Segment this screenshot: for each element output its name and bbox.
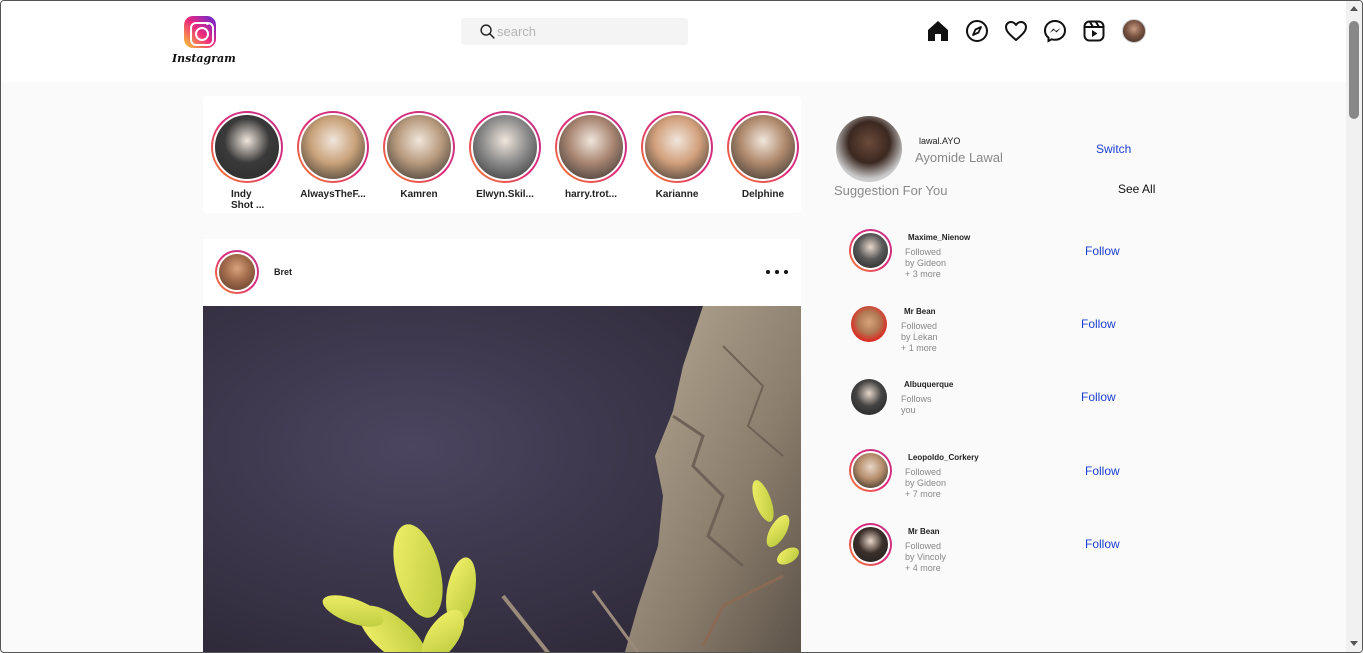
story-username: Elwyn.Skil... xyxy=(476,189,534,200)
story-username: Delphine xyxy=(741,189,785,200)
story-item[interactable]: harry.trot... xyxy=(554,111,628,200)
search-bar[interactable] xyxy=(461,18,688,45)
follow-button[interactable]: Follow xyxy=(1085,244,1120,258)
current-full-name: Ayomide Lawal xyxy=(915,150,1003,165)
story-item[interactable]: Delphine xyxy=(726,111,800,200)
logo-wordmark: Instagram xyxy=(172,52,236,65)
instagram-logo-icon xyxy=(184,16,216,48)
story-username: AlwaysTheF... xyxy=(300,189,366,200)
suggestion-avatar[interactable] xyxy=(851,379,887,415)
avatar xyxy=(1122,19,1146,43)
suggestion-username[interactable]: Mr Bean xyxy=(904,307,936,316)
switch-account-button[interactable]: Switch xyxy=(1096,142,1131,156)
post-photo-plant xyxy=(203,306,801,652)
story-item[interactable]: Indy Shot ... xyxy=(210,111,284,211)
story-avatar xyxy=(383,111,455,183)
story-avatar xyxy=(211,111,283,183)
search-icon xyxy=(480,24,495,39)
story-avatar xyxy=(727,111,799,183)
nav-icons xyxy=(925,18,1146,44)
story-username: Kamren xyxy=(400,189,438,200)
more-horizontal-icon[interactable] xyxy=(766,264,788,280)
suggestion-username[interactable]: Maxime_Nienow xyxy=(908,233,970,242)
scroll-down-arrow-icon[interactable] xyxy=(1350,641,1358,646)
story-item[interactable]: Kamren xyxy=(382,111,456,200)
scrollbar-thumb[interactable] xyxy=(1349,21,1359,119)
follow-button[interactable]: Follow xyxy=(1085,537,1120,551)
story-item[interactable]: AlwaysTheF... xyxy=(296,111,370,200)
suggestions-heading: Suggestion For You xyxy=(834,183,948,198)
suggestion-mutuals: Follows you xyxy=(901,394,932,415)
explore-icon[interactable] xyxy=(964,18,990,44)
page-scrollbar[interactable] xyxy=(1346,1,1362,652)
story-item[interactable]: Elwyn.Skil... xyxy=(468,111,542,200)
suggestion-username[interactable]: Albuquerque xyxy=(904,380,953,389)
post-header: Bret xyxy=(203,239,801,306)
suggestion-username[interactable]: Leopoldo_Corkery xyxy=(908,453,979,462)
suggestion-username[interactable]: Mr Bean xyxy=(908,527,940,536)
suggestion-mutuals: Followed by Gideon + 3 more xyxy=(905,247,947,279)
post-author-avatar[interactable] xyxy=(215,250,259,294)
follow-button[interactable]: Follow xyxy=(1081,317,1116,331)
search-input[interactable] xyxy=(497,24,677,39)
suggestion-avatar[interactable] xyxy=(849,523,892,566)
instagram-logo[interactable]: Instagram xyxy=(172,16,236,70)
home-icon[interactable] xyxy=(925,18,951,44)
top-navbar: Instagram xyxy=(1,1,1346,82)
post-image[interactable] xyxy=(203,306,801,652)
right-sidebar: lawal.AYO Ayomide Lawal Switch Suggestio… xyxy=(831,111,1171,651)
story-item[interactable]: Karianne xyxy=(640,111,714,200)
suggestion-avatar[interactable] xyxy=(849,449,892,492)
story-avatar xyxy=(555,111,627,183)
feed-post: Bret xyxy=(203,239,801,652)
suggestion-avatar[interactable] xyxy=(851,306,887,342)
story-avatar xyxy=(297,111,369,183)
suggestion-mutuals: Followed by Vincoly + 4 more xyxy=(905,541,946,573)
current-username[interactable]: lawal.AYO xyxy=(919,136,960,146)
scroll-up-arrow-icon[interactable] xyxy=(1350,6,1358,11)
post-username[interactable]: Bret xyxy=(274,267,292,277)
follow-button[interactable]: Follow xyxy=(1081,390,1116,404)
story-username: harry.trot... xyxy=(564,189,618,200)
heart-icon[interactable] xyxy=(1003,18,1029,44)
suggestion-mutuals: Followed by Gideon + 7 more xyxy=(905,467,947,499)
suggestion-avatar[interactable] xyxy=(849,229,892,272)
story-avatar xyxy=(641,111,713,183)
follow-button[interactable]: Follow xyxy=(1085,464,1120,478)
stories-bar: Indy Shot ... AlwaysTheF... Kamren Elwyn.Sk… xyxy=(203,96,801,213)
see-all-link[interactable]: See All xyxy=(1118,182,1155,196)
suggestion-mutuals: Followed by Lekan + 1 more xyxy=(901,321,938,353)
story-avatar xyxy=(469,111,541,183)
profile-avatar[interactable] xyxy=(1120,18,1146,44)
browser-frame: Instagram search Indy Shot ... AlwaysThe… xyxy=(0,0,1363,653)
reels-icon[interactable] xyxy=(1081,18,1107,44)
current-user-avatar[interactable] xyxy=(836,116,902,182)
messenger-icon[interactable] xyxy=(1042,18,1068,44)
story-username: Indy Shot ... xyxy=(231,189,265,211)
story-username: Karianne xyxy=(655,189,699,200)
